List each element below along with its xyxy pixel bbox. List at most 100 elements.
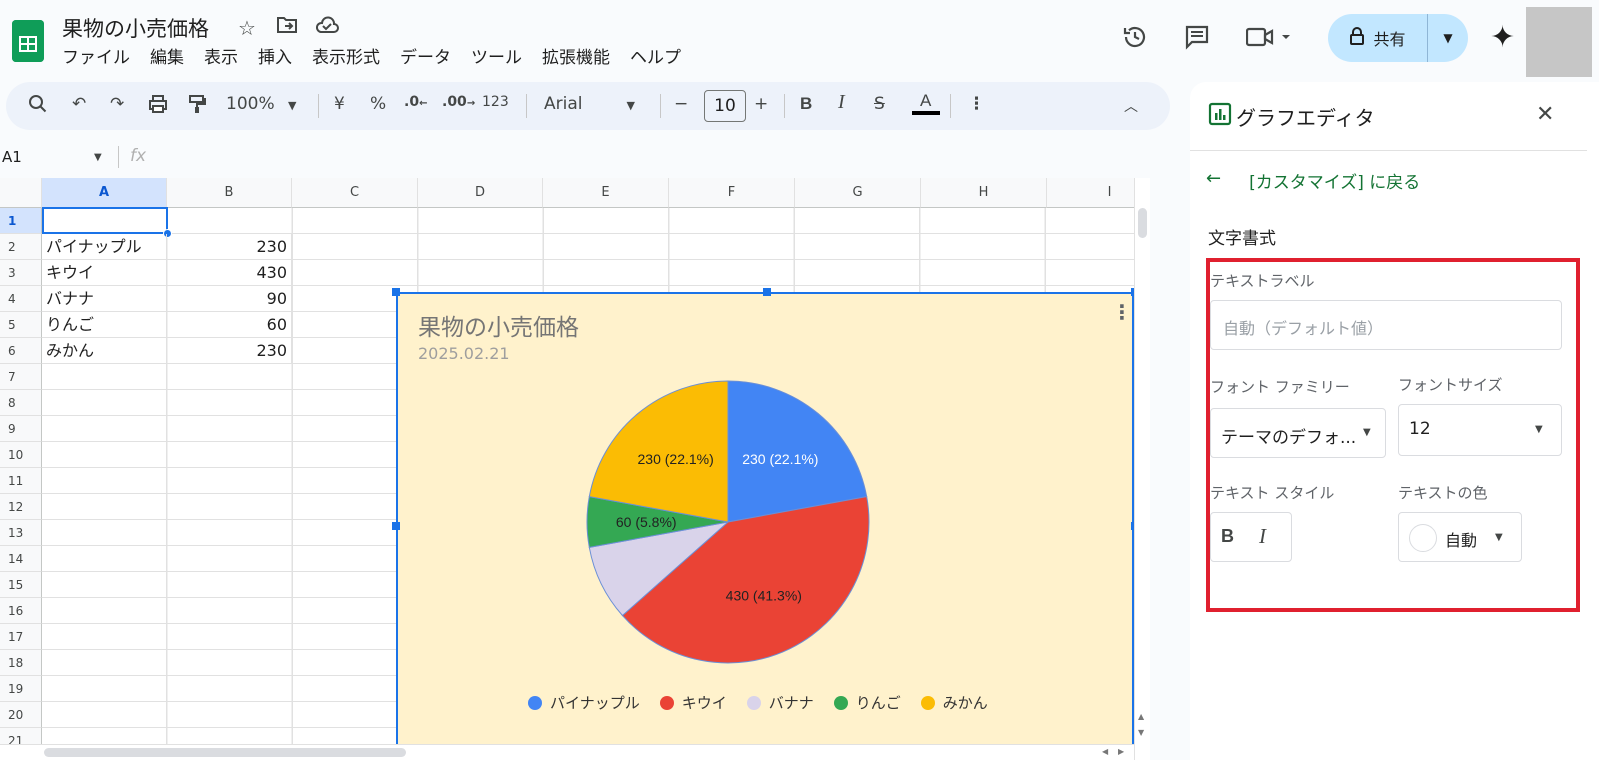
row-header[interactable]: 1 (0, 208, 42, 234)
row-header[interactable]: 12 (0, 494, 42, 520)
text-color-icon[interactable]: A (912, 90, 940, 121)
cell-b2[interactable]: 230 (167, 234, 292, 260)
cell-a5[interactable]: りんご (42, 312, 167, 338)
font-size-select[interactable]: 12 ▼ (1398, 404, 1562, 456)
pie-chart[interactable]: 230 (22.1%) 430 (41.3%) 60 (5.8%) 230 (22.1… (578, 372, 878, 672)
row-header[interactable]: 4 (0, 286, 42, 312)
text-label-input[interactable]: 自動（デフォルト値） (1210, 300, 1562, 350)
percent-format-button[interactable]: % (370, 94, 386, 114)
cell-a3[interactable]: キウイ (42, 260, 167, 286)
search-icon[interactable] (28, 94, 48, 119)
row-header[interactable]: 2 (0, 234, 42, 260)
paint-format-icon[interactable] (188, 94, 206, 119)
column-header[interactable]: E (543, 178, 669, 208)
column-header[interactable]: B (167, 178, 292, 208)
name-box[interactable]: A1 (2, 148, 22, 166)
vertical-scrollbar[interactable]: ▲ ▼ (1134, 178, 1150, 760)
column-header[interactable]: G (795, 178, 921, 208)
legend-item[interactable]: みかん (920, 692, 988, 713)
text-color-select[interactable]: 自動 ▼ (1398, 512, 1522, 562)
document-title[interactable]: 果物の小売価格 (62, 13, 209, 43)
chart-menu-icon[interactable]: ⋮ (1112, 300, 1132, 324)
chart-title[interactable]: 果物の小売価格 (418, 308, 579, 342)
column-header[interactable]: D (418, 178, 543, 208)
bold-icon[interactable]: B (800, 94, 812, 114)
row-header[interactable]: 15 (0, 572, 42, 598)
row-header[interactable]: 6 (0, 338, 42, 364)
row-header[interactable]: 14 (0, 546, 42, 572)
resize-handle[interactable] (392, 522, 400, 530)
legend-item[interactable]: パイナップル (528, 692, 640, 713)
row-header[interactable]: 17 (0, 624, 42, 650)
scroll-thumb[interactable] (44, 748, 406, 757)
menu-tools[interactable]: ツール (461, 46, 532, 70)
formula-input[interactable] (166, 142, 1150, 174)
row-header[interactable]: 8 (0, 390, 42, 416)
column-header[interactable]: C (292, 178, 418, 208)
scroll-down-icon[interactable]: ▼ (1138, 728, 1144, 737)
avatar[interactable] (1526, 7, 1592, 77)
back-to-customize-link[interactable]: ← [カスタマイズ] に戻る (1206, 168, 1420, 193)
collapse-toolbar-icon[interactable]: ︿ (1124, 96, 1138, 116)
currency-format-button[interactable]: ¥ (334, 94, 345, 114)
undo-icon[interactable]: ↶ (72, 94, 86, 114)
legend-item[interactable]: バナナ (746, 692, 814, 713)
bold-icon[interactable]: B (1221, 526, 1234, 547)
history-icon[interactable] (1122, 24, 1148, 55)
row-header[interactable]: 20 (0, 702, 42, 728)
menu-data[interactable]: データ (390, 46, 461, 70)
menu-view[interactable]: 表示 (194, 46, 248, 70)
number-format-button[interactable]: 123 (482, 94, 509, 110)
font-size-decrease-button[interactable]: − (674, 94, 688, 114)
row-header[interactable]: 19 (0, 676, 42, 702)
menu-insert[interactable]: 挿入 (248, 46, 302, 70)
print-icon[interactable] (148, 94, 168, 119)
strikethrough-icon[interactable]: S (874, 94, 885, 114)
share-dropdown-icon[interactable]: ▼ (1428, 31, 1468, 45)
cell-a4[interactable]: バナナ (42, 286, 167, 312)
font-family-select[interactable]: テーマのデフォ... ▼ (1210, 408, 1386, 458)
slice-label[interactable]: 430 (41.3%) (726, 588, 802, 604)
cell-a6[interactable]: みかん (42, 338, 167, 364)
row-header[interactable]: 10 (0, 442, 42, 468)
share-button[interactable]: 共有 ▼ (1328, 14, 1468, 62)
select-all-corner[interactable] (0, 178, 42, 208)
column-header[interactable]: F (669, 178, 795, 208)
slice-label[interactable]: 230 (22.1%) (638, 451, 714, 467)
scroll-left-icon[interactable]: ◀ (1102, 747, 1108, 756)
row-header[interactable]: 11 (0, 468, 42, 494)
cell-a2[interactable]: パイナップル (42, 234, 167, 260)
slice-label[interactable]: 60 (5.8%) (616, 514, 677, 530)
scroll-up-icon[interactable]: ▲ (1138, 712, 1144, 721)
column-header[interactable]: H (921, 178, 1047, 208)
star-icon[interactable]: ☆ (238, 16, 256, 40)
menu-file[interactable]: ファイル (62, 46, 140, 70)
italic-icon[interactable]: I (838, 91, 845, 114)
menu-edit[interactable]: 編集 (140, 46, 194, 70)
close-icon[interactable]: ✕ (1536, 102, 1554, 127)
cell-b3[interactable]: 430 (167, 260, 292, 286)
resize-handle[interactable] (392, 288, 400, 296)
slice-label[interactable]: 230 (22.1%) (742, 451, 818, 467)
move-folder-icon[interactable] (276, 15, 298, 40)
increase-decimal-button[interactable]: .00→ (442, 94, 475, 110)
horizontal-scrollbar[interactable]: ◀ ▶ (0, 744, 1134, 760)
redo-icon[interactable]: ↷ (110, 94, 124, 114)
gemini-sparkle-icon[interactable]: ✦ (1490, 20, 1515, 55)
font-select[interactable]: Arial ▼ (544, 94, 635, 114)
legend-item[interactable]: りんご (833, 692, 901, 713)
row-header[interactable]: 3 (0, 260, 42, 286)
decrease-decimal-button[interactable]: .0← (404, 94, 427, 110)
menu-help[interactable]: ヘルプ (620, 46, 691, 70)
legend-item[interactable]: キウイ (659, 692, 727, 713)
scroll-thumb[interactable] (1138, 208, 1147, 238)
cell-b5[interactable]: 60 (167, 312, 292, 338)
cloud-saved-icon[interactable] (314, 15, 340, 40)
row-header[interactable]: 16 (0, 598, 42, 624)
selected-cell[interactable] (42, 207, 168, 234)
sheets-logo[interactable] (12, 20, 44, 62)
resize-handle[interactable] (763, 288, 771, 296)
cell-b6[interactable]: 230 (167, 338, 292, 364)
row-header[interactable]: 18 (0, 650, 42, 676)
row-header[interactable]: 7 (0, 364, 42, 390)
